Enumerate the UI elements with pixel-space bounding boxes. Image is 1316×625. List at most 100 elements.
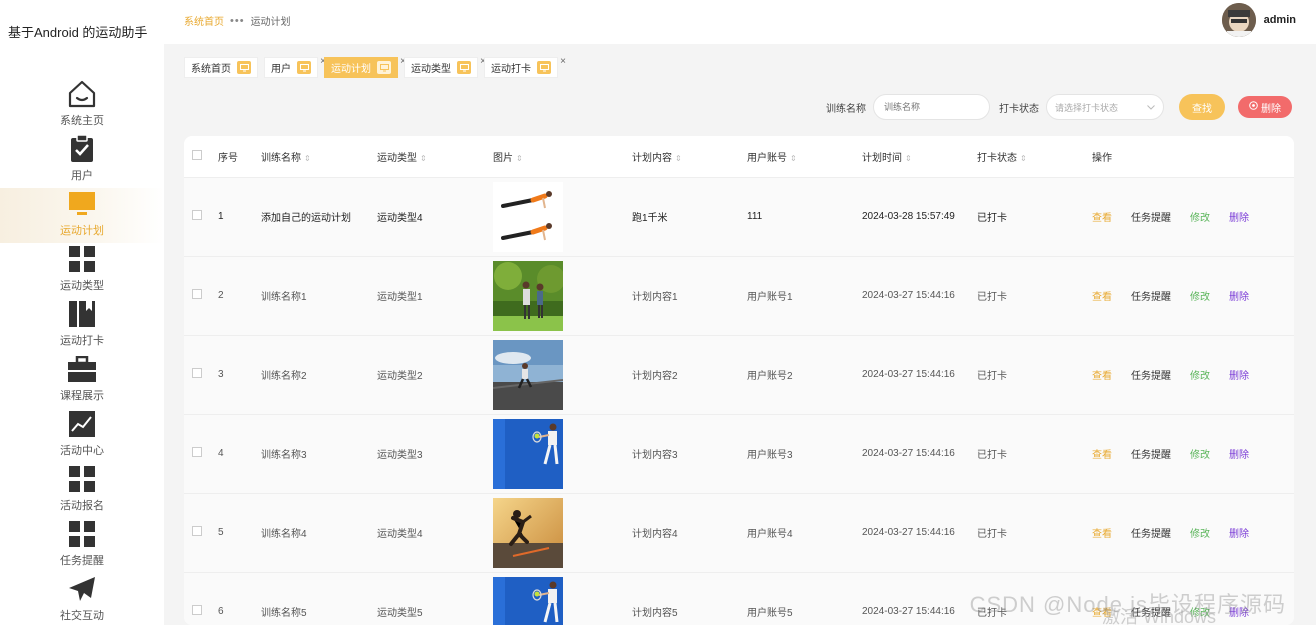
avatar[interactable] <box>1221 3 1256 37</box>
send-icon <box>67 574 97 604</box>
row-checkbox[interactable] <box>192 447 202 457</box>
sort-icon[interactable]: ⇕ <box>304 154 311 163</box>
sort-icon[interactable]: ⇕ <box>905 154 912 163</box>
table-row[interactable]: 5 训练名称4 运动类型4 计划内容4 用户账号4 2024-03-27 15:… <box>184 493 1294 573</box>
close-icon[interactable]: × <box>560 56 566 67</box>
cell-time: 2024-03-27 15:44:16 <box>862 335 977 415</box>
edit-button[interactable]: 修改 <box>1190 209 1210 224</box>
sidebar-item-sport-type[interactable]: 运动类型 <box>0 243 164 298</box>
delete-button[interactable]: 删除 <box>1229 446 1249 461</box>
delete-button[interactable]: 删除 <box>1229 367 1249 382</box>
chart-icon <box>67 409 97 439</box>
sort-icon[interactable]: ⇕ <box>1020 154 1027 163</box>
remind-button[interactable]: 任务提醒 <box>1131 209 1171 224</box>
delete-button[interactable]: 删除 <box>1229 525 1249 540</box>
row-checkbox[interactable] <box>192 210 202 220</box>
grid-icon <box>67 244 97 274</box>
remind-button[interactable]: 任务提醒 <box>1131 288 1171 303</box>
view-button[interactable]: 查看 <box>1092 367 1112 382</box>
user-menu[interactable]: admin <box>1221 3 1296 37</box>
sort-icon[interactable]: ⇕ <box>790 154 797 163</box>
remind-button[interactable]: 任务提醒 <box>1131 525 1171 540</box>
row-checkbox[interactable] <box>192 368 202 378</box>
remind-button[interactable]: 任务提醒 <box>1131 367 1171 382</box>
sort-icon[interactable]: ⇕ <box>420 154 427 163</box>
cell-time: 2024-03-27 15:44:16 <box>862 256 977 336</box>
delete-button[interactable]: 删除 <box>1229 288 1249 303</box>
status-select[interactable]: 请选择打卡状态 <box>1046 94 1164 120</box>
cell-status: 已打卡 <box>977 335 1092 415</box>
col-header-content[interactable]: 计划内容 ⇕ <box>632 136 747 178</box>
cell-time: 2024-03-27 15:44:16 <box>862 493 977 573</box>
row-checkbox[interactable] <box>192 289 202 299</box>
select-all-checkbox[interactable] <box>192 149 202 160</box>
row-checkbox[interactable] <box>192 526 202 536</box>
edit-button[interactable]: 修改 <box>1190 446 1210 461</box>
row-actions: 查看 任务提醒 修改 删除 <box>1092 367 1294 382</box>
sidebar-item-label: 社交互动 <box>60 610 104 622</box>
tag-sport-type[interactable]: 运动类型 × <box>404 56 486 78</box>
view-button[interactable]: 查看 <box>1092 525 1112 540</box>
sidebar-item-activity-center[interactable]: 活动中心 <box>0 408 164 463</box>
tag-users[interactable]: 用户 × <box>264 56 326 78</box>
row-actions: 查看 任务提醒 修改 删除 <box>1092 446 1294 461</box>
col-header-time[interactable]: 计划时间 ⇕ <box>862 136 977 178</box>
col-header-status[interactable]: 打卡状态 ⇕ <box>977 136 1092 178</box>
cell-content: 计划内容4 <box>632 493 747 573</box>
sidebar-item-activity-signup[interactable]: 活动报名 <box>0 463 164 518</box>
walking-couple-photo[interactable] <box>493 260 563 331</box>
sidebar-item-home[interactable]: 系统主页 <box>0 78 164 133</box>
pushup-photo[interactable] <box>493 181 563 252</box>
edit-button[interactable]: 修改 <box>1190 288 1210 303</box>
sunset-runner-photo[interactable] <box>493 497 563 568</box>
cell-no: 1 <box>218 177 261 257</box>
sidebar-item-task-remind[interactable]: 任务提醒 <box>0 518 164 573</box>
sidebar-item-courses[interactable]: 课程展示 <box>0 353 164 408</box>
username[interactable]: admin <box>1264 14 1296 26</box>
remind-button[interactable]: 任务提醒 <box>1131 446 1171 461</box>
cell-type: 运动类型4 <box>377 493 493 573</box>
tag-sport-plan[interactable]: 运动计划 × <box>324 56 406 78</box>
status-label: 打卡状态 <box>999 103 1039 115</box>
col-header-name[interactable]: 训练名称 ⇕ <box>261 136 377 178</box>
delete-button[interactable]: 删除 <box>1229 209 1249 224</box>
delete-circle-icon <box>1249 101 1258 113</box>
sidebar-item-checkin[interactable]: 运动打卡 <box>0 298 164 353</box>
name-search-input[interactable] <box>873 94 990 120</box>
search-button[interactable]: 查找 <box>1179 94 1225 120</box>
sort-icon[interactable]: ⇕ <box>675 154 682 163</box>
col-header-account[interactable]: 用户账号 ⇕ <box>747 136 862 178</box>
sort-icon[interactable]: ⇕ <box>516 154 523 163</box>
cell-time: 2024-03-27 15:44:16 <box>862 572 977 625</box>
batch-delete-button[interactable]: 删除 <box>1238 96 1292 118</box>
sidebar-item-social[interactable]: 社交互动 <box>0 573 164 625</box>
tag-home[interactable]: 系统首页 <box>184 57 258 78</box>
briefcase-icon <box>67 354 97 384</box>
view-button[interactable]: 查看 <box>1092 209 1112 224</box>
cell-account: 111 <box>747 177 862 257</box>
table-row[interactable]: 4 训练名称3 运动类型3 计划内容3 用户账号3 2024-03-27 15:… <box>184 414 1294 494</box>
tennis-photo[interactable] <box>493 418 563 489</box>
row-checkbox[interactable] <box>192 605 202 615</box>
breadcrumb-home[interactable]: 系统首页 <box>184 13 224 28</box>
col-header-image[interactable]: 图片 ⇕ <box>493 136 632 178</box>
cell-name: 训练名称2 <box>261 335 377 415</box>
sidebar-item-sport-plan[interactable]: 运动计划 <box>0 188 164 243</box>
tennis-photo[interactable] <box>493 576 563 625</box>
table-row[interactable]: 2 训练名称1 运动类型1 计划内容1 用户账号1 2024-03-27 15:… <box>184 256 1294 336</box>
cell-type: 运动类型1 <box>377 256 493 336</box>
tag-monitor-icon <box>297 61 311 74</box>
view-button[interactable]: 查看 <box>1092 446 1112 461</box>
table-row[interactable]: 3 训练名称2 运动类型2 计划内容2 用户账号2 2024-03-27 15:… <box>184 335 1294 415</box>
sidebar-item-users[interactable]: 用户 <box>0 133 164 188</box>
sidebar: 基于Android 的运动助手 系统主页 用户 运动计划 运动类型 运动打卡 课… <box>0 0 164 625</box>
tag-checkin[interactable]: 运动打卡 × <box>484 56 566 78</box>
view-button[interactable]: 查看 <box>1092 288 1112 303</box>
sidebar-item-label: 系统主页 <box>60 115 104 127</box>
col-header-type[interactable]: 运动类型 ⇕ <box>377 136 493 178</box>
runner-photo[interactable] <box>493 339 563 410</box>
edit-button[interactable]: 修改 <box>1190 525 1210 540</box>
table-row[interactable]: 1 添加自己的运动计划 运动类型4 跑1千米 111 2024-03-28 15… <box>184 177 1294 257</box>
sidebar-item-label: 课程展示 <box>60 390 104 402</box>
edit-button[interactable]: 修改 <box>1190 367 1210 382</box>
